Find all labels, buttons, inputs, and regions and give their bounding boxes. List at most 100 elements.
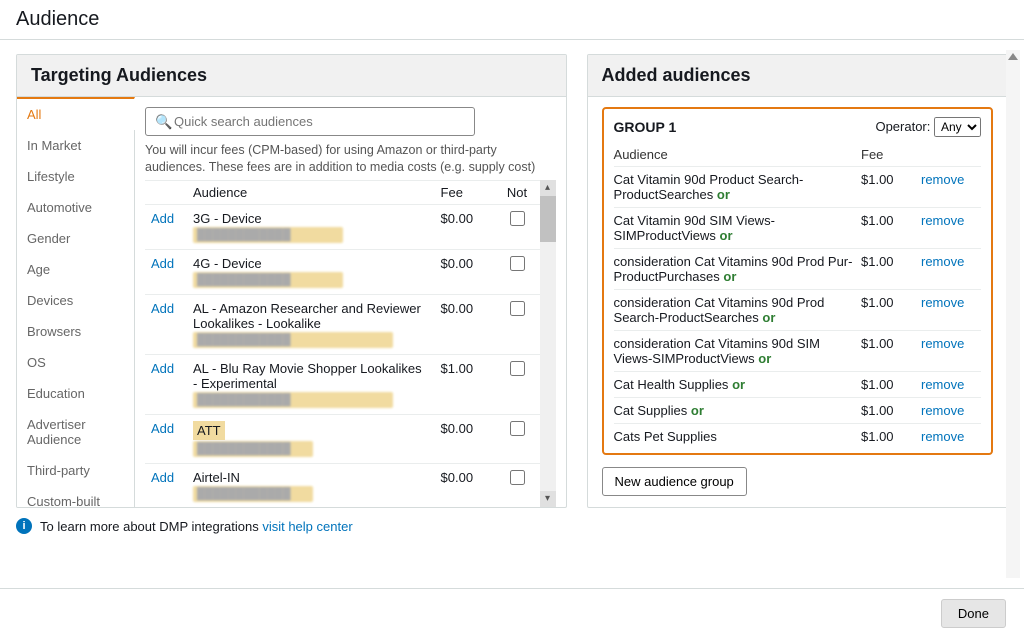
category-tab[interactable]: Age (17, 254, 134, 285)
table-row: AddAirtel-IN████████████$0.00 (145, 463, 540, 507)
added-row: consideration Cat Vitamins 90d SIM Views… (614, 331, 981, 372)
or-label: or (720, 228, 733, 243)
remove-link[interactable]: remove (921, 377, 964, 392)
audience-group: GROUP 1 Operator: Any Audience Fee (602, 107, 993, 455)
scroll-up-icon[interactable]: ▴ (540, 180, 556, 196)
remove-link[interactable]: remove (921, 429, 964, 444)
add-link[interactable]: Add (151, 421, 174, 436)
category-tab[interactable]: All (17, 97, 135, 130)
add-link[interactable]: Add (151, 211, 174, 226)
page-title: Audience (0, 0, 1024, 40)
table-row: AddAL - Amazon Researcher and Reviewer L… (145, 294, 540, 354)
added-fee: $1.00 (861, 429, 921, 444)
added-name: Cat Supplies (614, 403, 688, 418)
new-audience-group-button[interactable]: New audience group (602, 467, 747, 496)
remove-link[interactable]: remove (921, 213, 964, 228)
added-col-fee: Fee (861, 147, 921, 162)
added-fee: $1.00 (861, 336, 921, 351)
scroll-down-icon[interactable]: ▾ (540, 491, 556, 507)
added-name: Cat Health Supplies (614, 377, 729, 392)
category-tabs: AllIn MarketLifestyleAutomotiveGenderAge… (17, 97, 135, 507)
category-tab[interactable]: Automotive (17, 192, 134, 223)
targeting-panel: Targeting Audiences AllIn MarketLifestyl… (16, 54, 567, 508)
remove-link[interactable]: remove (921, 254, 964, 269)
category-tab[interactable]: Third-party (17, 455, 134, 486)
category-tab[interactable]: Advertiser Audience (17, 409, 134, 455)
operator-select[interactable]: Any (934, 117, 981, 137)
group-label: GROUP 1 (614, 119, 677, 135)
category-tab[interactable]: Education (17, 378, 134, 409)
remove-link[interactable]: remove (921, 403, 964, 418)
added-row: Cat Vitamin 90d Product Search-ProductSe… (614, 167, 981, 208)
not-checkbox[interactable] (510, 470, 525, 485)
added-name: Cat Vitamin 90d SIM Views-SIMProductView… (614, 213, 775, 243)
category-tab[interactable]: Devices (17, 285, 134, 316)
category-tab[interactable]: In Market (17, 130, 134, 161)
fee-cell: $0.00 (435, 463, 495, 507)
not-checkbox[interactable] (510, 256, 525, 271)
table-scrollbar[interactable]: ▴ ▾ (540, 180, 556, 507)
or-label: or (762, 310, 775, 325)
added-name: consideration Cat Vitamins 90d Prod Sear… (614, 295, 825, 325)
added-name: Cat Vitamin 90d Product Search-ProductSe… (614, 172, 804, 202)
add-link[interactable]: Add (151, 256, 174, 271)
col-fee: Fee (435, 181, 495, 205)
info-icon: i (16, 518, 32, 534)
page-scrollbar[interactable] (1006, 50, 1020, 578)
or-label: or (723, 269, 736, 284)
search-input[interactable] (145, 107, 475, 136)
fee-cell: $0.00 (435, 204, 495, 249)
category-tab[interactable]: Gender (17, 223, 134, 254)
fee-cell: $0.00 (435, 294, 495, 354)
added-row: Cat Vitamin 90d SIM Views-SIMProductView… (614, 208, 981, 249)
add-link[interactable]: Add (151, 470, 174, 485)
or-label: or (758, 351, 771, 366)
added-fee: $1.00 (861, 295, 921, 310)
added-row: Cat Supplies or$1.00remove (614, 398, 981, 424)
not-checkbox[interactable] (510, 301, 525, 316)
fee-cell: $0.00 (435, 249, 495, 294)
done-button[interactable]: Done (941, 599, 1006, 628)
remove-link[interactable]: remove (921, 295, 964, 310)
scroll-up-icon[interactable] (1008, 53, 1018, 60)
added-col-audience: Audience (614, 147, 861, 162)
not-checkbox[interactable] (510, 421, 525, 436)
added-panel: Added audiences GROUP 1 Operator: Any Au… (587, 54, 1008, 508)
or-label: or (691, 403, 704, 418)
operator-label: Operator: (875, 119, 930, 134)
category-tab[interactable]: Browsers (17, 316, 134, 347)
added-fee: $1.00 (861, 377, 921, 392)
targeting-panel-title: Targeting Audiences (17, 55, 566, 97)
category-tab[interactable]: Custom-built (17, 486, 134, 508)
added-fee: $1.00 (861, 172, 921, 187)
scroll-thumb[interactable] (540, 196, 556, 242)
fee-cell: $0.00 (435, 414, 495, 463)
added-row: consideration Cat Vitamins 90d Prod Sear… (614, 290, 981, 331)
added-fee: $1.00 (861, 213, 921, 228)
or-label: or (732, 377, 745, 392)
category-tab[interactable]: Lifestyle (17, 161, 134, 192)
info-bar: i To learn more about DMP integrations v… (0, 508, 1024, 544)
remove-link[interactable]: remove (921, 336, 964, 351)
not-checkbox[interactable] (510, 361, 525, 376)
col-audience: Audience (187, 181, 435, 205)
table-row: Add3G - Device████████████$0.00 (145, 204, 540, 249)
add-link[interactable]: Add (151, 301, 174, 316)
table-row: AddATT████████████$0.00 (145, 414, 540, 463)
added-row: Cats Pet Supplies $1.00remove (614, 424, 981, 449)
category-tab[interactable]: OS (17, 347, 134, 378)
help-link[interactable]: visit help center (262, 519, 352, 534)
or-label: or (717, 187, 730, 202)
fee-disclaimer: You will incur fees (CPM-based) for usin… (145, 142, 556, 176)
info-text: To learn more about DMP integrations (40, 519, 262, 534)
added-name: consideration Cat Vitamins 90d SIM Views… (614, 336, 820, 366)
col-not: Not (495, 181, 540, 205)
fee-cell: $1.00 (435, 354, 495, 414)
added-fee: $1.00 (861, 254, 921, 269)
added-name: Cats Pet Supplies (614, 429, 717, 444)
remove-link[interactable]: remove (921, 172, 964, 187)
add-link[interactable]: Add (151, 361, 174, 376)
added-row: Cat Health Supplies or $1.00remove (614, 372, 981, 398)
audience-table: Audience Fee Not Add3G - Device█████████… (145, 181, 540, 507)
not-checkbox[interactable] (510, 211, 525, 226)
